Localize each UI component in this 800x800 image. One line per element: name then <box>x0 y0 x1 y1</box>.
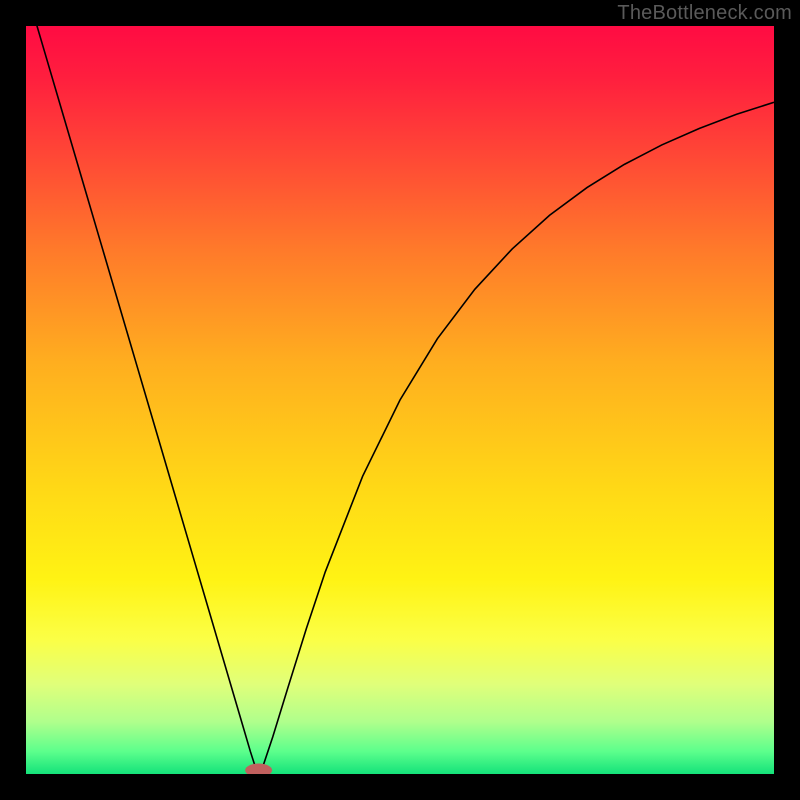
watermark-text: TheBottleneck.com <box>617 2 792 25</box>
chart-svg <box>26 26 774 774</box>
chart-frame: TheBottleneck.com <box>0 0 800 800</box>
plot-area <box>26 26 774 774</box>
